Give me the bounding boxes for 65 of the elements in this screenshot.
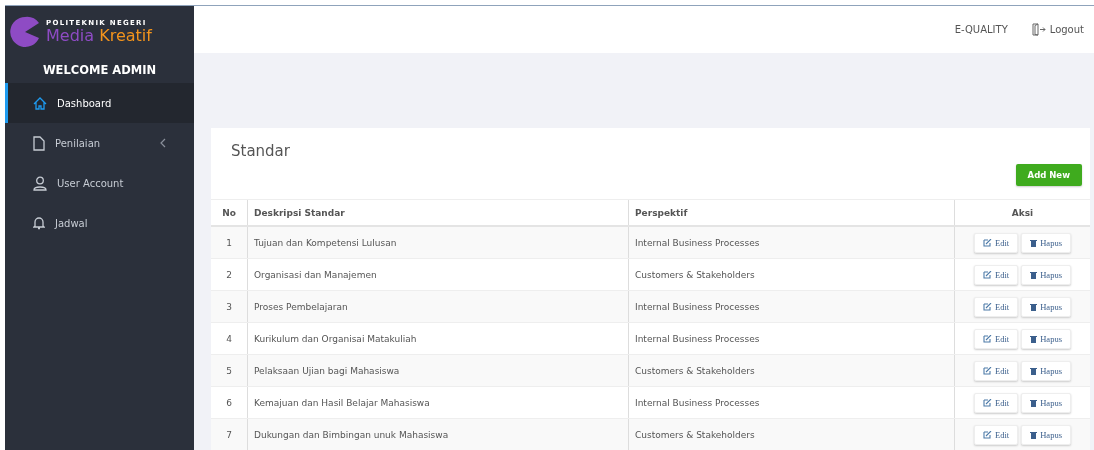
- table-cell: Internal Business Processes: [628, 322, 955, 355]
- trash-icon: [1030, 238, 1038, 247]
- delete-button[interactable]: Hapus: [1021, 264, 1071, 285]
- welcome-text: WELCOME ADMIN: [41, 62, 158, 79]
- edit-icon: [983, 238, 993, 247]
- sidebar-item[interactable]: User Account: [5, 163, 194, 203]
- edit-icon: [983, 430, 993, 439]
- logo-wordmark: Media Kreatif: [46, 27, 152, 45]
- trash-icon: [1030, 366, 1038, 375]
- table-cell: Internal Business Processes: [628, 386, 955, 419]
- edit-button[interactable]: Edit: [974, 296, 1019, 317]
- bell-icon: [33, 216, 45, 230]
- edit-button[interactable]: Edit: [974, 264, 1019, 285]
- trash-icon: [1030, 334, 1038, 343]
- edit-icon: [983, 302, 993, 311]
- delete-button[interactable]: Hapus: [1021, 296, 1071, 317]
- table-cell: Kemajuan dan Hasil Belajar Mahasiswa: [247, 386, 629, 419]
- edit-icon: [983, 366, 993, 375]
- table-cell: Customers & Stakeholders: [628, 354, 955, 387]
- edit-icon: [983, 270, 993, 279]
- logout-link[interactable]: Logout: [1031, 23, 1084, 36]
- table-cell: Internal Business Processes: [628, 290, 955, 323]
- table-cell: Proses Pembelajaran: [247, 290, 629, 323]
- table-cell: 4: [211, 322, 248, 355]
- table-cell: Internal Business Processes: [628, 226, 955, 259]
- table-cell: Customers & Stakeholders: [628, 258, 955, 291]
- chevron-icon: [160, 138, 166, 148]
- delete-button[interactable]: Hapus: [1021, 360, 1071, 381]
- table-cell: 2: [211, 258, 248, 291]
- table-cell: Pelaksaan Ujian bagi Mahasiswa: [247, 354, 629, 387]
- edit-button[interactable]: Edit: [974, 232, 1019, 253]
- edit-button[interactable]: Edit: [974, 392, 1019, 413]
- delete-button[interactable]: Hapus: [1021, 424, 1071, 445]
- sidebar-item[interactable]: Penilaian: [5, 123, 194, 163]
- trash-icon: [1030, 398, 1038, 407]
- table-cell: 1: [211, 226, 248, 259]
- user-icon: [33, 175, 47, 191]
- home-icon: [33, 96, 47, 110]
- sidebar-item[interactable]: Jadwal: [5, 203, 194, 243]
- table-cell: 5: [211, 354, 248, 387]
- trash-icon: [1030, 430, 1038, 439]
- delete-button[interactable]: Hapus: [1021, 232, 1071, 253]
- table-cell: Customers & Stakeholders: [628, 418, 955, 450]
- logo-icon: [8, 16, 42, 48]
- trash-icon: [1030, 270, 1038, 279]
- trash-icon: [1030, 302, 1038, 311]
- edit-button[interactable]: Edit: [974, 424, 1019, 445]
- nav-link[interactable]: E-QUALITY: [954, 24, 1008, 35]
- logout-icon: [1031, 23, 1046, 36]
- table-cell: 6: [211, 386, 248, 419]
- table-cell: 3: [211, 290, 248, 323]
- edit-icon: [983, 398, 993, 407]
- card-title: Standar: [230, 141, 291, 160]
- delete-button[interactable]: Hapus: [1021, 328, 1071, 349]
- table-cell: 7: [211, 418, 248, 450]
- edit-icon: [983, 334, 993, 343]
- delete-button[interactable]: Hapus: [1021, 392, 1071, 413]
- table-cell: Kurikulum dan Organisai Matakuliah: [247, 322, 629, 355]
- table-cell: Dukungan dan Bimbingan unuk Mahasiswa: [247, 418, 629, 450]
- table-cell: Organisasi dan Manajemen: [247, 258, 629, 291]
- sidebar-item[interactable]: Dashboard: [5, 83, 194, 123]
- document-icon: [33, 135, 45, 151]
- edit-button[interactable]: Edit: [974, 360, 1019, 381]
- table-cell: Tujuan dan Kompetensi Lulusan: [247, 226, 629, 259]
- edit-button[interactable]: Edit: [974, 328, 1019, 349]
